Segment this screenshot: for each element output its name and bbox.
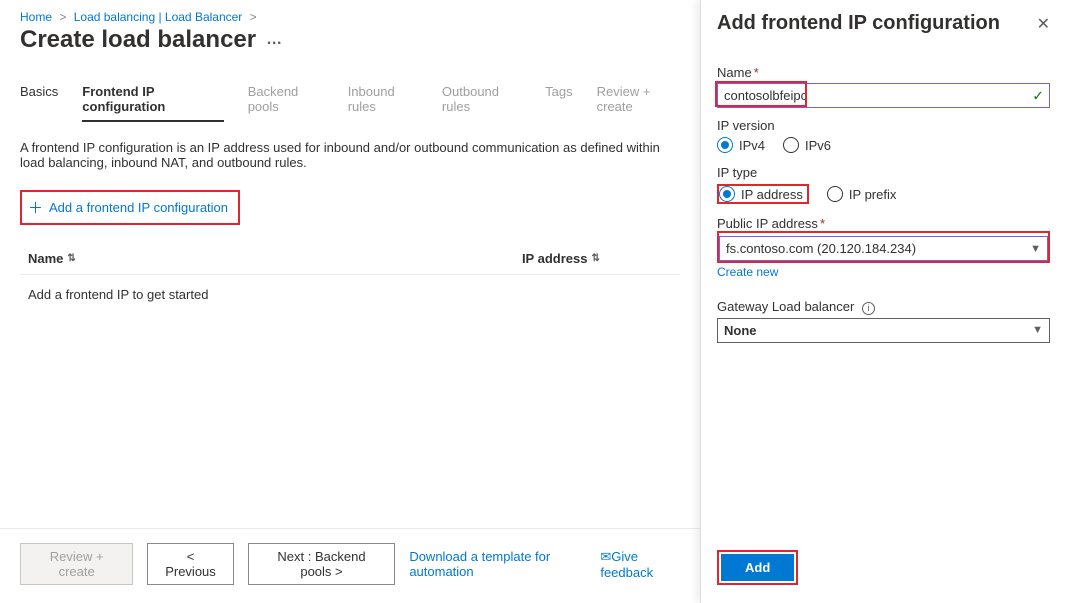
- tab-tags[interactable]: Tags: [545, 84, 572, 122]
- plus-icon: ＋: [28, 197, 43, 218]
- breadcrumb-home[interactable]: Home: [20, 10, 52, 24]
- gateway-lb-label: Gateway Load balancer i: [717, 299, 1050, 315]
- tabs-bar: Basics Frontend IP configuration Backend…: [20, 84, 680, 122]
- add-frontend-ip-blade: Add frontend IP configuration ✕ Name* ✓ …: [700, 0, 1066, 603]
- add-frontend-ip-label: Add a frontend IP configuration: [49, 200, 228, 215]
- breadcrumb: Home > Load balancing | Load Balancer >: [20, 10, 680, 24]
- public-ip-value: fs.contoso.com (20.120.184.234): [726, 241, 916, 256]
- gateway-lb-dropdown[interactable]: None ▼: [717, 318, 1050, 343]
- previous-button[interactable]: < Previous: [147, 543, 233, 585]
- download-template-link[interactable]: Download a template for automation: [409, 549, 586, 579]
- give-feedback-link[interactable]: ✉Give feedback: [600, 549, 680, 580]
- breadcrumb-separator: >: [59, 10, 66, 24]
- ip-version-label: IP version: [717, 118, 1050, 133]
- close-icon[interactable]: ✕: [1037, 14, 1050, 34]
- tab-review-create[interactable]: Review + create: [597, 84, 680, 122]
- check-icon: ✓: [1032, 87, 1044, 104]
- radio-ipv6[interactable]: IPv6: [783, 137, 831, 153]
- blade-title: Add frontend IP configuration: [717, 12, 1000, 35]
- review-create-button: Review + create: [20, 543, 133, 585]
- next-button[interactable]: Next : Backend pools >: [248, 543, 396, 585]
- tab-basics[interactable]: Basics: [20, 84, 58, 122]
- ip-type-label: IP type: [717, 165, 1050, 180]
- sort-icon: ⇅: [67, 253, 75, 264]
- tab-backend-pools[interactable]: Backend pools: [248, 84, 324, 122]
- tab-frontend-ip[interactable]: Frontend IP configuration: [82, 84, 223, 122]
- name-label: Name*: [717, 65, 1050, 80]
- intro-text: A frontend IP configuration is an IP add…: [20, 140, 680, 170]
- sort-icon: ⇅: [591, 253, 599, 264]
- gateway-lb-value: None: [724, 323, 757, 338]
- create-new-link[interactable]: Create new: [717, 265, 778, 279]
- radio-ip-prefix[interactable]: IP prefix: [827, 186, 896, 202]
- public-ip-dropdown[interactable]: fs.contoso.com (20.120.184.234) ▼: [719, 236, 1048, 261]
- public-ip-label: Public IP address*: [717, 216, 1050, 231]
- name-input[interactable]: [717, 83, 1050, 108]
- table-header: Name ⇅ IP address ⇅: [20, 243, 680, 275]
- breadcrumb-separator: >: [250, 10, 257, 24]
- chevron-down-icon: ▼: [1032, 324, 1043, 336]
- info-icon[interactable]: i: [862, 302, 875, 315]
- add-button[interactable]: Add: [721, 554, 794, 581]
- tab-outbound-rules[interactable]: Outbound rules: [442, 84, 521, 122]
- tab-inbound-rules[interactable]: Inbound rules: [348, 84, 418, 122]
- column-name[interactable]: Name ⇅: [28, 251, 522, 266]
- radio-ipv4[interactable]: IPv4: [717, 137, 765, 153]
- radio-ip-address[interactable]: IP address: [719, 186, 803, 202]
- page-title: Create load balancer …: [20, 26, 283, 54]
- column-ip-address[interactable]: IP address ⇅: [522, 251, 680, 266]
- breadcrumb-loadbalancing[interactable]: Load balancing | Load Balancer: [74, 10, 243, 24]
- add-frontend-ip-button[interactable]: ＋ Add a frontend IP configuration: [20, 190, 240, 225]
- table-empty-message: Add a frontend IP to get started: [20, 275, 680, 314]
- more-actions-icon[interactable]: …: [266, 31, 283, 49]
- chevron-down-icon: ▼: [1030, 243, 1041, 255]
- footer-bar: Review + create < Previous Next : Backen…: [0, 528, 700, 603]
